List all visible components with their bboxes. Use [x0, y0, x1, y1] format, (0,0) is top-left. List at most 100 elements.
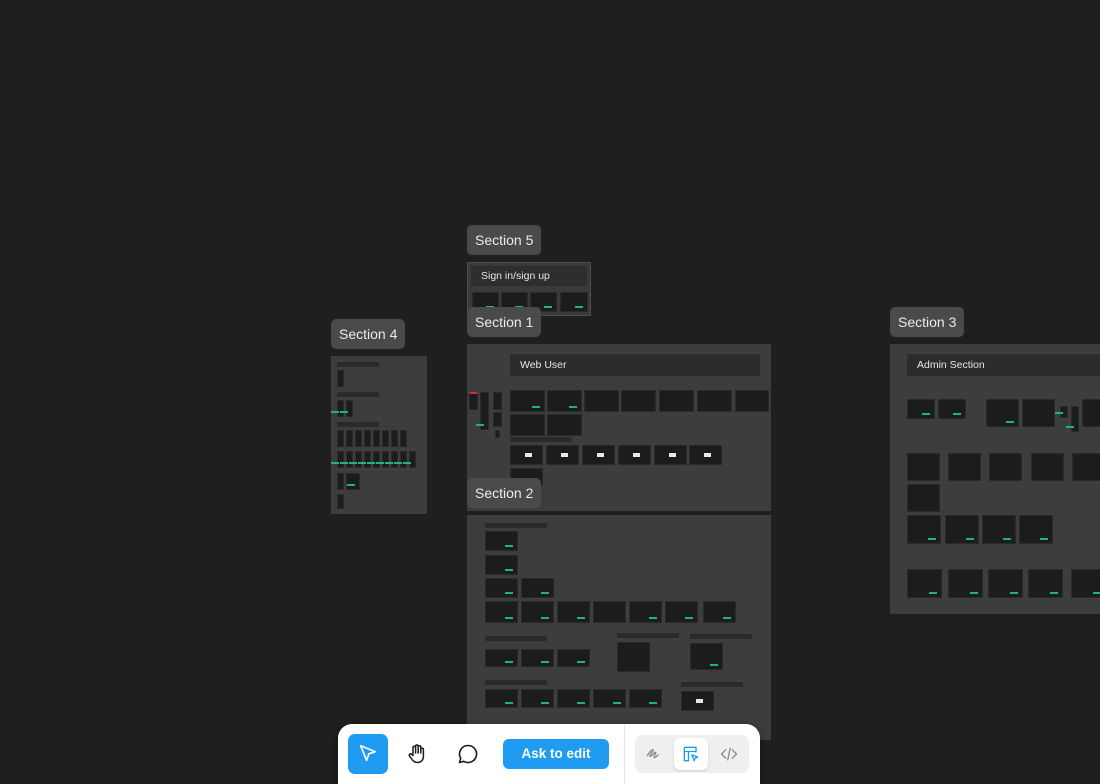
- screen-thumbnail[interactable]: [1082, 399, 1100, 427]
- screen-thumbnail[interactable]: [485, 578, 518, 598]
- screen-thumbnail[interactable]: [1055, 406, 1068, 418]
- screen-thumbnail[interactable]: [618, 445, 651, 465]
- screen-thumbnail[interactable]: [659, 390, 694, 412]
- screen-thumbnail[interactable]: [400, 430, 407, 447]
- screen-thumbnail[interactable]: [988, 569, 1023, 598]
- screen-thumbnail[interactable]: [907, 399, 935, 419]
- screen-thumbnail[interactable]: [593, 601, 626, 623]
- screen-thumbnail[interactable]: [1072, 453, 1100, 481]
- screen-thumbnail[interactable]: [1019, 515, 1053, 544]
- screen-thumbnail[interactable]: [521, 601, 554, 623]
- screen-thumbnail[interactable]: [521, 578, 554, 598]
- screen-thumbnail[interactable]: [1022, 399, 1055, 427]
- screen-thumbnail[interactable]: [654, 445, 687, 465]
- design-mode-button[interactable]: [674, 738, 708, 770]
- screen-thumbnail[interactable]: [665, 601, 698, 623]
- ask-to-edit-button[interactable]: Ask to edit: [503, 739, 609, 769]
- screen-thumbnail[interactable]: [469, 392, 478, 410]
- section-2-frame[interactable]: [467, 515, 771, 740]
- screen-thumbnail[interactable]: [938, 399, 966, 419]
- screen-thumbnail[interactable]: [697, 390, 732, 412]
- screen-thumbnail[interactable]: [629, 601, 662, 623]
- screen-thumbnail[interactable]: [493, 412, 502, 427]
- screen-thumbnail[interactable]: [485, 531, 518, 551]
- screen-thumbnail[interactable]: [557, 689, 590, 708]
- screen-thumbnail[interactable]: [521, 649, 554, 667]
- screen-thumbnail[interactable]: [346, 430, 353, 447]
- screen-thumbnail[interactable]: [331, 451, 344, 468]
- screen-thumbnail[interactable]: [703, 601, 736, 623]
- screen-thumbnail[interactable]: [385, 451, 398, 468]
- section-3-frame[interactable]: Admin Section: [890, 344, 1100, 614]
- screen-thumbnail[interactable]: [382, 430, 389, 447]
- screen-thumbnail[interactable]: [331, 400, 344, 417]
- screen-thumbnail[interactable]: [945, 515, 979, 544]
- screen-thumbnail[interactable]: [560, 292, 588, 312]
- screen-thumbnail[interactable]: [986, 399, 1019, 427]
- screen-thumbnail[interactable]: [907, 453, 940, 481]
- screen-thumbnail[interactable]: [584, 390, 619, 412]
- screen-thumbnail[interactable]: [510, 445, 543, 465]
- screen-thumbnail[interactable]: [982, 515, 1016, 544]
- screen-thumbnail[interactable]: [547, 390, 582, 412]
- screen-thumbnail[interactable]: [681, 691, 714, 711]
- screen-thumbnail[interactable]: [735, 390, 769, 412]
- screen-thumbnail[interactable]: [907, 484, 940, 512]
- screen-thumbnail[interactable]: [948, 569, 983, 598]
- screen-thumbnail[interactable]: [557, 601, 590, 623]
- section-4-frame[interactable]: [331, 356, 427, 514]
- screen-thumbnail[interactable]: [367, 451, 380, 468]
- screen-thumbnail[interactable]: [485, 689, 518, 708]
- screen-thumbnail[interactable]: [373, 430, 380, 447]
- screen-thumbnail[interactable]: [376, 451, 389, 468]
- screen-thumbnail[interactable]: [364, 430, 371, 447]
- screen-thumbnail[interactable]: [617, 642, 650, 672]
- screen-thumbnail[interactable]: [485, 649, 518, 667]
- screen-thumbnail[interactable]: [689, 445, 722, 465]
- screen-thumbnail[interactable]: [349, 451, 362, 468]
- screen-thumbnail[interactable]: [546, 445, 579, 465]
- screen-thumbnail[interactable]: [358, 451, 371, 468]
- screen-thumbnail[interactable]: [510, 414, 545, 436]
- screen-thumbnail[interactable]: [1028, 569, 1063, 598]
- screen-thumbnail[interactable]: [493, 392, 502, 410]
- screen-thumbnail[interactable]: [510, 390, 545, 412]
- screen-thumbnail[interactable]: [340, 400, 353, 417]
- screen-thumbnail[interactable]: [948, 453, 981, 481]
- screen-thumbnail[interactable]: [346, 473, 360, 490]
- screen-thumbnail[interactable]: [340, 451, 353, 468]
- screen-thumbnail[interactable]: [907, 569, 942, 598]
- screen-thumbnail[interactable]: [485, 601, 518, 623]
- screen-thumbnail[interactable]: [394, 451, 407, 468]
- screen-thumbnail[interactable]: [495, 430, 500, 438]
- draw-mode-button[interactable]: [637, 738, 671, 770]
- section-1-label[interactable]: Section 1: [467, 307, 542, 337]
- screen-thumbnail[interactable]: [547, 414, 582, 436]
- screen-thumbnail[interactable]: [907, 515, 941, 544]
- screen-thumbnail[interactable]: [337, 370, 344, 387]
- screen-thumbnail[interactable]: [521, 689, 554, 708]
- screen-thumbnail[interactable]: [621, 390, 656, 412]
- screen-thumbnail[interactable]: [337, 430, 344, 447]
- screen-thumbnail[interactable]: [557, 649, 590, 667]
- screen-thumbnail[interactable]: [476, 392, 489, 430]
- screen-thumbnail[interactable]: [337, 473, 344, 490]
- section-3-label[interactable]: Section 3: [890, 307, 965, 337]
- screen-thumbnail[interactable]: [337, 494, 344, 509]
- screen-thumbnail[interactable]: [1031, 453, 1064, 481]
- screen-thumbnail[interactable]: [629, 689, 662, 708]
- design-canvas[interactable]: Section 5 Sign in/sign up Section 4 Sect…: [0, 0, 1100, 784]
- section-2-label[interactable]: Section 2: [467, 478, 542, 508]
- screen-thumbnail[interactable]: [1071, 569, 1100, 598]
- dev-mode-button[interactable]: [712, 738, 746, 770]
- screen-thumbnail[interactable]: [485, 555, 518, 575]
- screen-thumbnail[interactable]: [403, 451, 416, 468]
- section-5-label[interactable]: Section 5: [467, 225, 542, 255]
- screen-thumbnail[interactable]: [1066, 406, 1079, 432]
- comment-tool-button[interactable]: [448, 734, 488, 774]
- screen-thumbnail[interactable]: [582, 445, 615, 465]
- move-tool-button[interactable]: [348, 734, 388, 774]
- section-4-label[interactable]: Section 4: [331, 319, 406, 349]
- screen-thumbnail[interactable]: [593, 689, 626, 708]
- screen-thumbnail[interactable]: [355, 430, 362, 447]
